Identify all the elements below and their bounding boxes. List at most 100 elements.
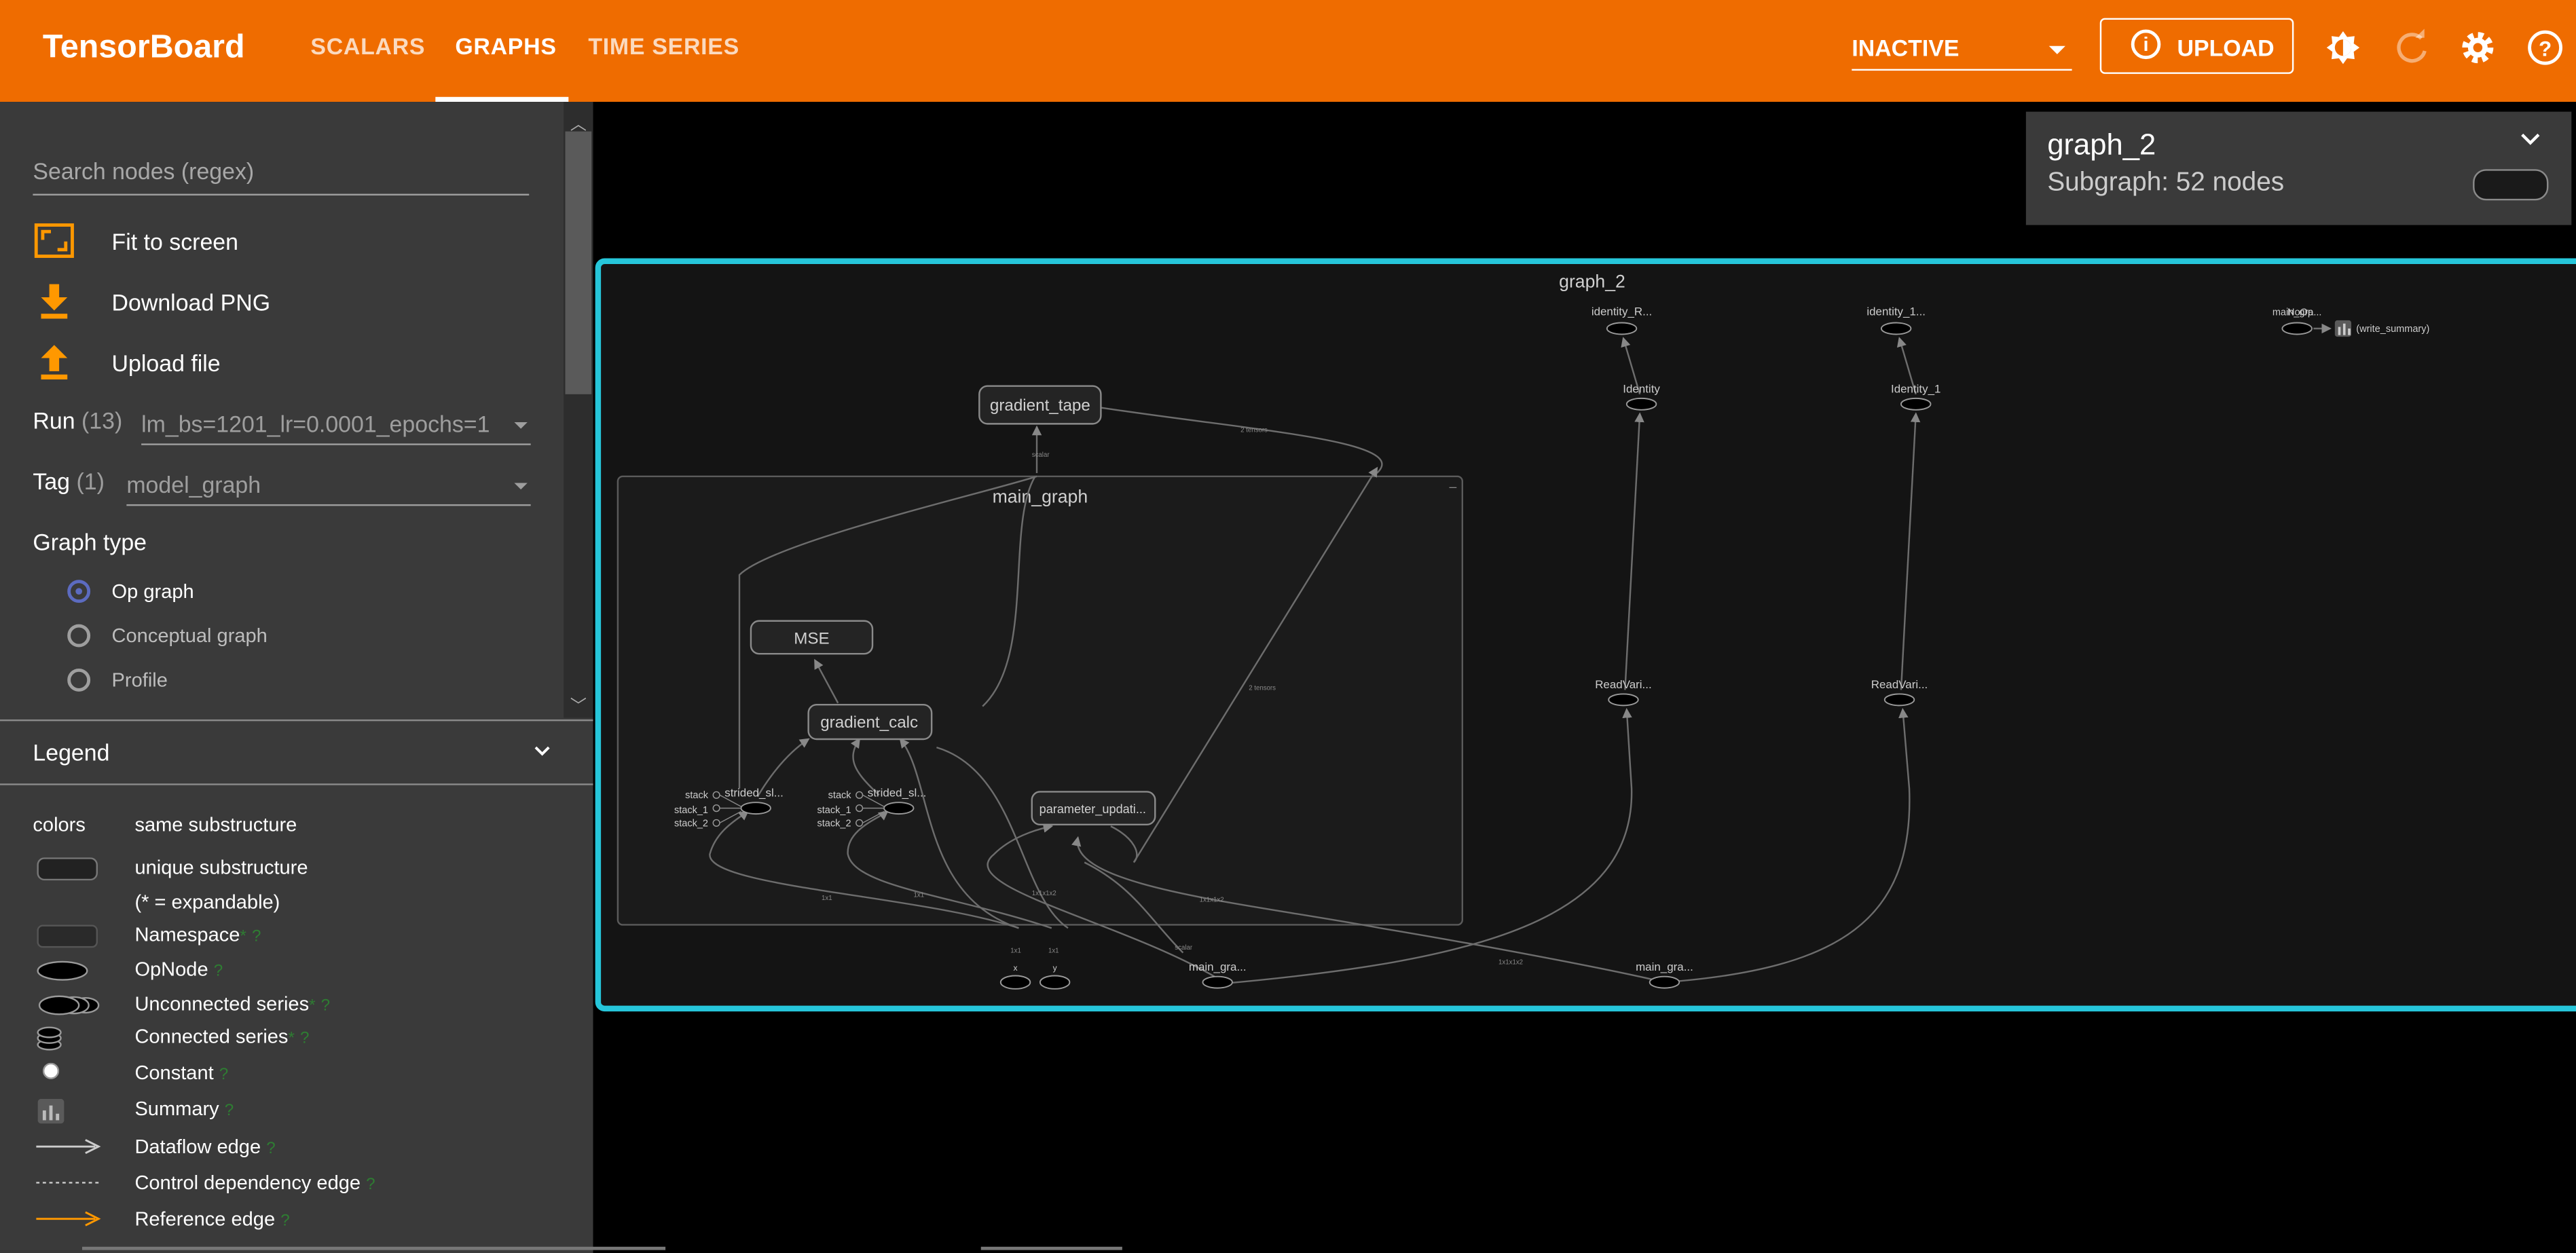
legend-expandable-note: (* = expandable) — [0, 889, 593, 918]
svg-text:NoOp: NoOp — [2287, 307, 2313, 318]
radio-conceptual-graph[interactable]: Conceptual graph — [67, 624, 396, 654]
svg-text:?: ? — [2539, 37, 2552, 60]
svg-text:Identity: Identity — [1623, 382, 1660, 395]
run-status-value: INACTIVE — [1852, 34, 1959, 61]
legend-reference-edge: Reference edge ? — [0, 1205, 593, 1235]
legend-item-label: (* = expandable) — [134, 890, 280, 914]
graph-svg[interactable]: graph_2 main_graph – 2 tensors scalar 2 … — [593, 102, 2576, 1253]
radio-profile-label: Profile — [111, 668, 168, 692]
node-parameter-update[interactable]: parameter_updati... — [1031, 791, 1156, 826]
svg-text:1x1x1x2: 1x1x1x2 — [1498, 959, 1523, 967]
scrollbar-thumb[interactable] — [565, 131, 592, 394]
fit-to-screen-button[interactable]: Fit to screen — [33, 222, 526, 265]
chevron-down-icon[interactable] — [2520, 133, 2540, 146]
download-icon — [41, 284, 68, 319]
legend-item-label: OpNode ? — [134, 957, 223, 981]
graph-type-title: Graph type — [33, 529, 147, 555]
scroll-down-icon[interactable]: ﹀ — [570, 692, 587, 717]
legend-divider — [0, 783, 593, 785]
legend-item-label: Dataflow edge ? — [134, 1135, 276, 1159]
radio-op-graph[interactable]: Op graph — [67, 580, 396, 610]
tab-time-series[interactable]: TIME SERIES — [588, 33, 739, 59]
unique-substructure-swatch — [37, 857, 98, 881]
svg-text:ReadVari...: ReadVari... — [1871, 678, 1928, 691]
node-gradient-calc[interactable]: gradient_calc — [807, 703, 933, 741]
node-gradient-tape[interactable]: gradient_tape — [978, 385, 1102, 425]
legend-namespace: Namespace* ? — [0, 922, 593, 952]
svg-text:MSE: MSE — [794, 630, 829, 648]
svg-text:identity_1...: identity_1... — [1866, 305, 1926, 318]
tag-label: Tag (1) — [33, 468, 105, 495]
node-mse[interactable]: MSE — [750, 620, 874, 655]
legend-unique-substructure: unique substructure — [0, 854, 593, 884]
download-png-button[interactable]: Download PNG — [33, 282, 526, 325]
brightness-icon[interactable] — [2323, 28, 2363, 67]
run-value: lm_bs=1201_lr=0.0001_epochs=1 — [141, 411, 490, 437]
legend-dataflow-edge: Dataflow edge ? — [0, 1134, 593, 1163]
collapse-icon[interactable]: – — [1449, 480, 1456, 495]
svg-text:x: x — [1014, 963, 1018, 973]
run-label: Run (13) — [33, 407, 123, 434]
legend-connected-series: Connected series* ? — [0, 1024, 593, 1053]
legend-item-label: Reference edge ? — [134, 1207, 290, 1231]
legend-colors-row: colors same substructure — [0, 811, 593, 841]
upload-button[interactable]: i UPLOAD — [2099, 18, 2294, 74]
upload-file-button[interactable]: Upload file — [33, 343, 526, 386]
connected-series-icon — [37, 1026, 62, 1051]
legend-item-label: Connected series* ? — [134, 1025, 310, 1048]
svg-text:ReadVari...: ReadVari... — [1595, 678, 1651, 691]
upload-icon — [41, 345, 68, 380]
svg-text:gradient_tape: gradient_tape — [990, 396, 1090, 415]
help-icon: ? — [299, 1030, 310, 1048]
app-brand[interactable]: TensorBoard — [43, 30, 245, 68]
active-tab-indicator — [435, 96, 569, 102]
help-icon: ? — [224, 1102, 234, 1121]
dataflow-edge-icon — [36, 1139, 101, 1155]
sidebar-scrollbar[interactable]: ︿ ﹀ — [564, 102, 593, 718]
chevron-down-icon — [2048, 45, 2065, 54]
sidebar-divider — [0, 719, 593, 722]
svg-text:y: y — [1053, 963, 1058, 973]
tag-selector[interactable]: Tag (1) model_graph — [33, 463, 534, 506]
legend-opnode: OpNode ? — [0, 956, 593, 986]
legend-summary: Summary ? — [0, 1096, 593, 1125]
graph-canvas[interactable]: graph_2 main_graph – 2 tensors scalar 2 … — [593, 102, 2576, 1253]
horizontal-scrollbar-thumb[interactable] — [980, 1246, 1122, 1250]
legend-item-label: Unconnected series* ? — [134, 992, 331, 1015]
legend-unconnected-series: Unconnected series* ? — [0, 990, 593, 1020]
legend-colors-label: colors — [33, 812, 86, 836]
tab-scalars[interactable]: SCALARS — [310, 33, 425, 59]
svg-text:stack_2: stack_2 — [817, 818, 851, 829]
tab-graphs[interactable]: GRAPHS — [455, 33, 556, 59]
settings-icon[interactable] — [2458, 28, 2497, 67]
radio-profile[interactable]: Profile — [67, 668, 396, 698]
control-dependency-edge-icon — [36, 1182, 99, 1184]
help-icon: ? — [280, 1212, 290, 1231]
horizontal-scrollbar[interactable] — [82, 1246, 666, 1250]
tag-value: model_graph — [126, 471, 261, 498]
legend-item-label: Namespace* ? — [134, 923, 261, 946]
fit-to-screen-label: Fit to screen — [111, 228, 238, 255]
node-color-swatch — [2473, 169, 2549, 201]
run-selector[interactable]: Run (13) lm_bs=1201_lr=0.0001_epochs=1 — [33, 403, 534, 445]
search-nodes-input[interactable] — [33, 147, 530, 195]
svg-text:main_gra...: main_gra... — [1636, 960, 1693, 973]
svg-text:stack_1: stack_1 — [817, 805, 851, 816]
legend-title[interactable]: Legend — [33, 739, 109, 766]
run-status-select[interactable]: INACTIVE — [1852, 30, 2072, 71]
svg-text:1x1x1x2: 1x1x1x2 — [1032, 890, 1056, 897]
svg-text:stack_2: stack_2 — [674, 818, 708, 829]
upload-file-label: Upload file — [111, 350, 221, 377]
main-graph-namespace[interactable] — [617, 475, 1464, 926]
help-icon[interactable]: ? — [2526, 28, 2565, 67]
tag-count: (1) — [76, 468, 105, 495]
svg-text:1x1: 1x1 — [822, 895, 832, 902]
svg-text:Identity_1: Identity_1 — [1891, 382, 1940, 395]
svg-text:1x1: 1x1 — [1048, 948, 1059, 955]
help-icon: ? — [366, 1176, 375, 1195]
chevron-down-icon[interactable] — [534, 743, 551, 759]
info-icon: i — [2131, 29, 2161, 60]
fit-to-screen-icon — [34, 223, 74, 258]
tag-underline — [126, 504, 531, 506]
refresh-icon[interactable] — [2393, 28, 2432, 67]
